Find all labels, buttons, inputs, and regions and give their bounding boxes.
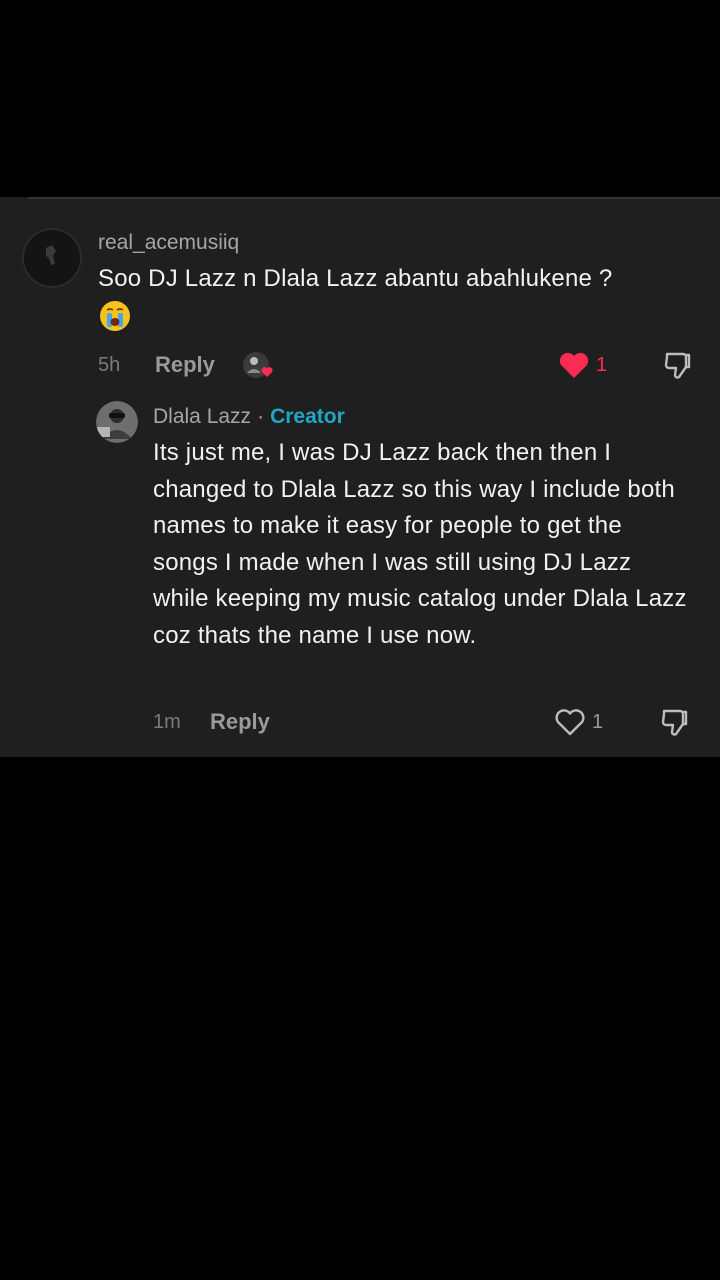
reply-like-count: 1: [592, 711, 604, 733]
reply-username[interactable]: Dlala Lazz: [153, 405, 251, 428]
creator-badge: Creator: [270, 405, 345, 428]
reply-button[interactable]: Reply: [155, 352, 215, 378]
reply-text: Its just me, I was DJ Lazz back then the…: [153, 439, 687, 649]
reply-reply-button[interactable]: Reply: [210, 709, 270, 735]
creator-liked-badge-icon: [242, 351, 278, 381]
like-heart-outline-icon[interactable]: [554, 707, 586, 737]
comment-username[interactable]: real_acemusiiq: [98, 231, 239, 255]
avatar[interactable]: [22, 228, 82, 288]
like-heart-icon[interactable]: [558, 350, 590, 380]
comment-panel: real_acemusiiq Soo DJ Lazz n Dlala Lazz …: [0, 197, 720, 757]
reply-username-line: Dlala Lazz · Creator: [153, 405, 345, 429]
separator-dot: ·: [257, 405, 265, 428]
thumbs-down-icon[interactable]: [662, 349, 694, 381]
comment-text: Soo DJ Lazz n Dlala Lazz abantu abahluke…: [98, 265, 613, 292]
divider: [28, 197, 720, 199]
like-count: 1: [596, 354, 608, 376]
reply-avatar[interactable]: [96, 401, 138, 443]
reply-thumbs-down-icon[interactable]: [659, 706, 691, 738]
crying-emoji-icon: [99, 300, 131, 332]
comment-time: 5h: [98, 354, 121, 376]
reply-time: 1m: [153, 711, 181, 733]
